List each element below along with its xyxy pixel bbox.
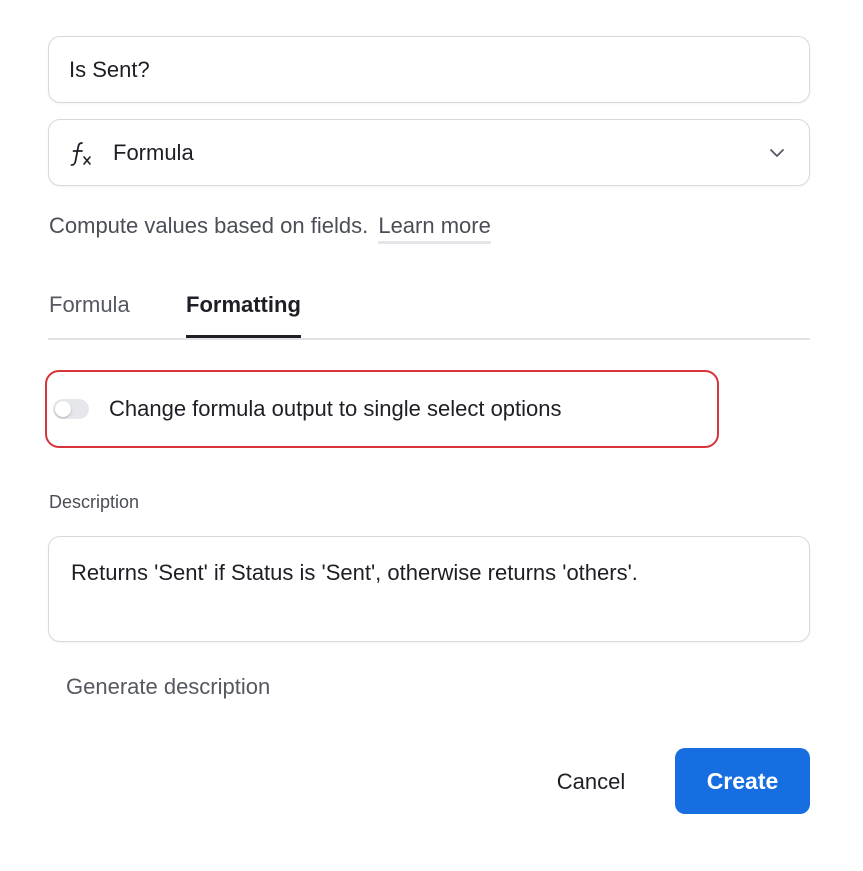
- description-label: Description: [49, 492, 140, 512]
- single-select-toggle-row: Change formula output to single select o…: [45, 370, 719, 448]
- field-type-help: Compute values based on fields. Learn mo…: [49, 213, 491, 244]
- cancel-button[interactable]: Cancel: [546, 749, 636, 815]
- formula-tabs: Formula Formatting: [48, 292, 810, 340]
- field-name-input[interactable]: [69, 56, 769, 83]
- field-type-select[interactable]: Formula: [48, 119, 810, 186]
- toggle-knob: [55, 401, 71, 417]
- field-type-label: Formula: [113, 139, 194, 165]
- learn-more-link[interactable]: Learn more: [378, 213, 491, 244]
- tab-formula[interactable]: Formula: [49, 292, 130, 336]
- single-select-toggle-label[interactable]: Change formula output to single select o…: [109, 396, 562, 422]
- generate-description-button[interactable]: Generate description: [66, 674, 270, 700]
- single-select-toggle[interactable]: [53, 399, 89, 419]
- formula-fx-icon: [69, 139, 95, 167]
- chevron-down-icon: [767, 143, 787, 163]
- create-button[interactable]: Create: [675, 748, 810, 814]
- tab-formatting[interactable]: Formatting: [186, 292, 301, 338]
- help-text: Compute values based on fields.: [49, 213, 369, 238]
- field-name-input-wrapper[interactable]: [48, 36, 810, 103]
- description-textarea[interactable]: Returns 'Sent' if Status is 'Sent', othe…: [48, 536, 810, 642]
